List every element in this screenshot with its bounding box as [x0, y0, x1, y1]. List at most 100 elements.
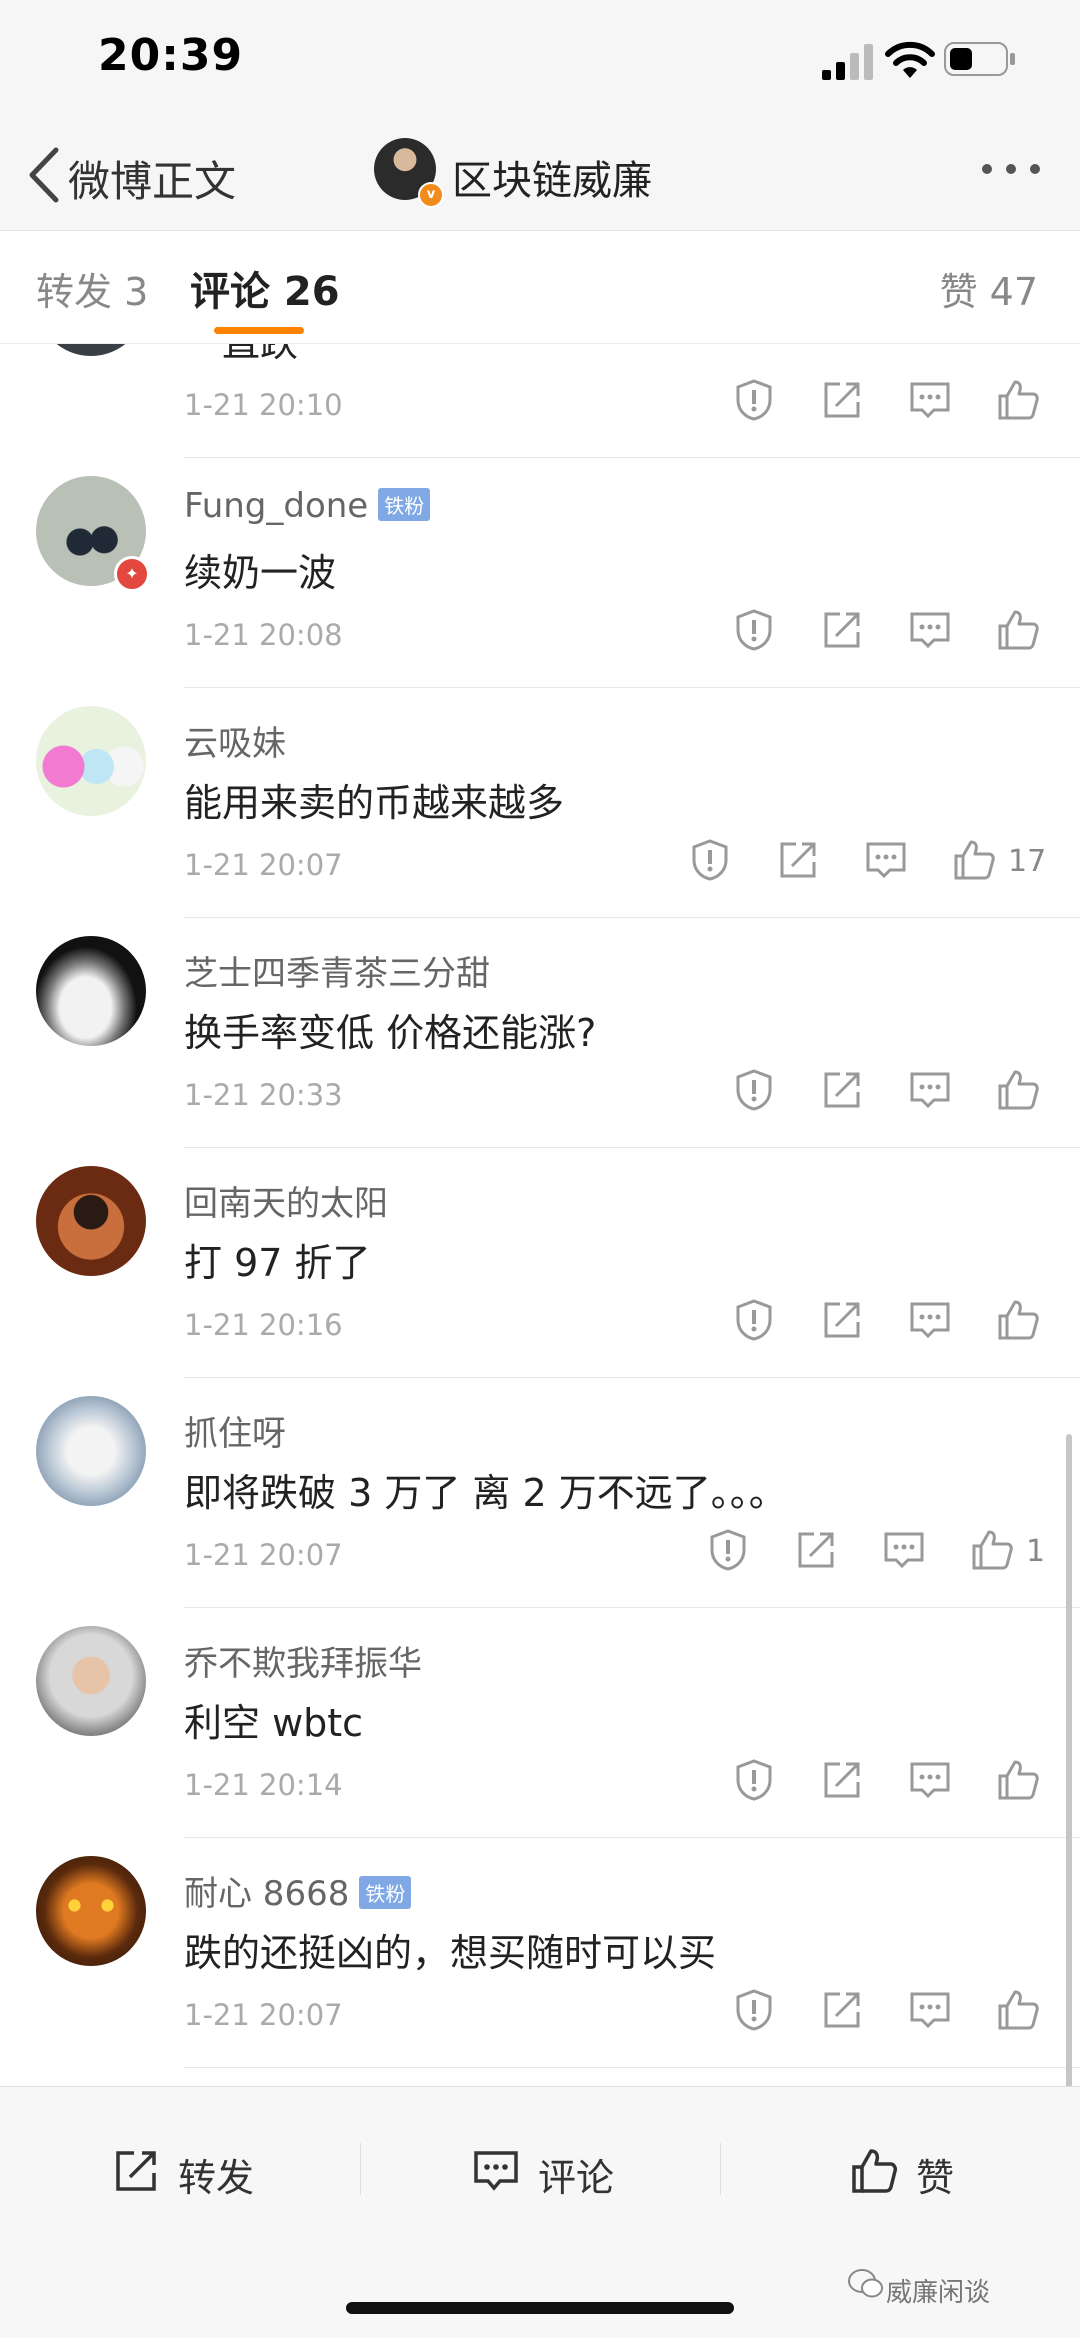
- like-icon[interactable]: [996, 378, 1040, 422]
- report-icon[interactable]: [732, 608, 776, 652]
- share-icon[interactable]: [820, 1988, 864, 2032]
- wifi-icon: [885, 41, 935, 78]
- repost-label: 转发: [178, 2156, 255, 2200]
- comment-time: 1-21 20:07: [184, 1538, 343, 1572]
- comment-item: 云吸妹 能用来卖的币越来越多 1-21 20:07 17: [0, 688, 1080, 918]
- comment-text: 利空 wbtc: [184, 1701, 364, 1745]
- comment-author[interactable]: 回南天的太阳: [184, 1176, 388, 1225]
- comment-author[interactable]: 芝士四季青茶三分甜: [184, 946, 490, 995]
- tab-indicator: [214, 327, 304, 334]
- signal-icon: [822, 44, 873, 80]
- comment-author[interactable]: Fung_done 铁粉: [184, 486, 431, 526]
- tab-likes[interactable]: 赞 47: [940, 261, 1038, 316]
- reply-icon[interactable]: [864, 838, 908, 882]
- comment-text: 即将跌破 3 万了 离 2 万不远了。。。: [184, 1471, 787, 1515]
- avatar[interactable]: [36, 1166, 146, 1276]
- comment-label: 评论: [538, 2156, 615, 2200]
- report-icon[interactable]: [732, 378, 776, 422]
- report-icon[interactable]: [688, 838, 732, 882]
- share-icon[interactable]: [776, 838, 820, 882]
- like-icon[interactable]: [996, 1988, 1040, 2032]
- tab-comments[interactable]: 评论 26: [190, 259, 340, 317]
- comment-item: 耐心 8668 铁粉 跌的还挺凶的，想买随时可以买 1-21 20:07: [0, 1838, 1080, 2068]
- reply-icon[interactable]: [908, 1758, 952, 1802]
- comment-time: 1-21 20:10: [184, 388, 343, 422]
- comment-time: 1-21 20:08: [184, 618, 343, 652]
- home-indicator[interactable]: [346, 2302, 734, 2314]
- avatar[interactable]: [36, 344, 146, 356]
- comment-list[interactable]: 一直跌 1-21 20:10 ✦ Fung_done 铁粉 续奶一波 1-21 2…: [0, 344, 1080, 2084]
- more-icon[interactable]: [978, 160, 1044, 178]
- report-icon[interactable]: [706, 1528, 750, 1572]
- like-count: 1: [1026, 1534, 1046, 1569]
- comment-time: 1-21 20:07: [184, 848, 343, 882]
- verified-badge-icon: v: [418, 182, 444, 208]
- like-icon: [852, 2149, 897, 2193]
- avatar[interactable]: [36, 936, 146, 1046]
- reply-icon[interactable]: [908, 1068, 952, 1112]
- comment-item: 抓住呀 即将跌破 3 万了 离 2 万不远了。。。 1-21 20:07 1: [0, 1378, 1080, 1608]
- share-icon[interactable]: [820, 1298, 864, 1342]
- like-icon[interactable]: [996, 608, 1040, 652]
- tab-repost[interactable]: 转发 3: [36, 261, 148, 316]
- like-icon[interactable]: [996, 1298, 1040, 1342]
- comment-time: 1-21 20:33: [184, 1078, 343, 1112]
- status-time: 20:39: [98, 30, 244, 81]
- like-icon[interactable]: [970, 1528, 1014, 1572]
- comment-author[interactable]: 抓住呀: [184, 1406, 286, 1455]
- reply-icon[interactable]: [882, 1528, 926, 1572]
- author-name[interactable]: 区块链威廉: [452, 148, 652, 206]
- reply-icon[interactable]: [908, 608, 952, 652]
- like-label: 赞: [916, 2156, 955, 2200]
- share-icon[interactable]: [820, 608, 864, 652]
- reply-icon[interactable]: [908, 1298, 952, 1342]
- share-icon[interactable]: [820, 378, 864, 422]
- comment-time: 1-21 20:14: [184, 1768, 343, 1802]
- comment-text: 跌的还挺凶的，想买随时可以买: [184, 1931, 717, 1975]
- like-icon[interactable]: [952, 838, 996, 882]
- weibo-badge-icon: ✦: [114, 556, 150, 592]
- share-icon[interactable]: [820, 1068, 864, 1112]
- reply-icon[interactable]: [908, 378, 952, 422]
- comment-text: 换手率变低 价格还能涨?: [184, 1011, 597, 1055]
- avatar[interactable]: [36, 1626, 146, 1736]
- comment-item: 芝士四季青茶三分甜 换手率变低 价格还能涨? 1-21 20:33: [0, 918, 1080, 1148]
- comment-author[interactable]: 云吸妹: [184, 716, 286, 765]
- author-name-text: Fung_done: [184, 486, 369, 526]
- like-icon[interactable]: [996, 1758, 1040, 1802]
- divider: [360, 2143, 361, 2195]
- avatar[interactable]: [36, 1856, 146, 1966]
- comment-item: 一直跌 1-21 20:10: [0, 344, 1080, 458]
- fan-badge: 铁粉: [359, 1876, 412, 1909]
- comment-time: 1-21 20:16: [184, 1308, 343, 1342]
- comment-text: 能用来卖的币越来越多: [184, 781, 565, 825]
- status-bar: 20:39: [0, 0, 1080, 120]
- report-icon[interactable]: [732, 1758, 776, 1802]
- page-title[interactable]: 微博正文: [68, 148, 236, 209]
- share-icon[interactable]: [820, 1758, 864, 1802]
- like-icon[interactable]: [996, 1068, 1040, 1112]
- comment-time: 1-21 20:07: [184, 1998, 343, 2032]
- avatar[interactable]: [36, 1396, 146, 1506]
- divider: [184, 2067, 1080, 2068]
- author-name-text: 耐心 8668: [184, 1874, 350, 1914]
- fan-badge: 铁粉: [378, 488, 431, 521]
- report-icon[interactable]: [732, 1068, 776, 1112]
- divider: [720, 2143, 721, 2195]
- back-icon[interactable]: [26, 146, 62, 204]
- comment-author[interactable]: 耐心 8668 铁粉: [184, 1866, 412, 1915]
- repost-icon: [116, 2151, 156, 2191]
- comment-text: 打 97 折了: [184, 1241, 371, 1285]
- avatar[interactable]: [36, 706, 146, 816]
- watermark: 威廉闲谈: [886, 2278, 991, 2308]
- comment-item: 乔不欺我拜振华 利空 wbtc 1-21 20:14: [0, 1608, 1080, 1838]
- report-icon[interactable]: [732, 1298, 776, 1342]
- scrollbar[interactable]: [1066, 1434, 1072, 2134]
- comment-author[interactable]: 乔不欺我拜振华: [184, 1636, 422, 1685]
- report-icon[interactable]: [732, 1988, 776, 2032]
- share-icon[interactable]: [794, 1528, 838, 1572]
- comment-item: ✦ Fung_done 铁粉 续奶一波 1-21 20:08: [0, 458, 1080, 688]
- reply-icon[interactable]: [908, 1988, 952, 2032]
- comment-item: 回南天的太阳 打 97 折了 1-21 20:16: [0, 1148, 1080, 1378]
- wechat-icon: [848, 2269, 883, 2298]
